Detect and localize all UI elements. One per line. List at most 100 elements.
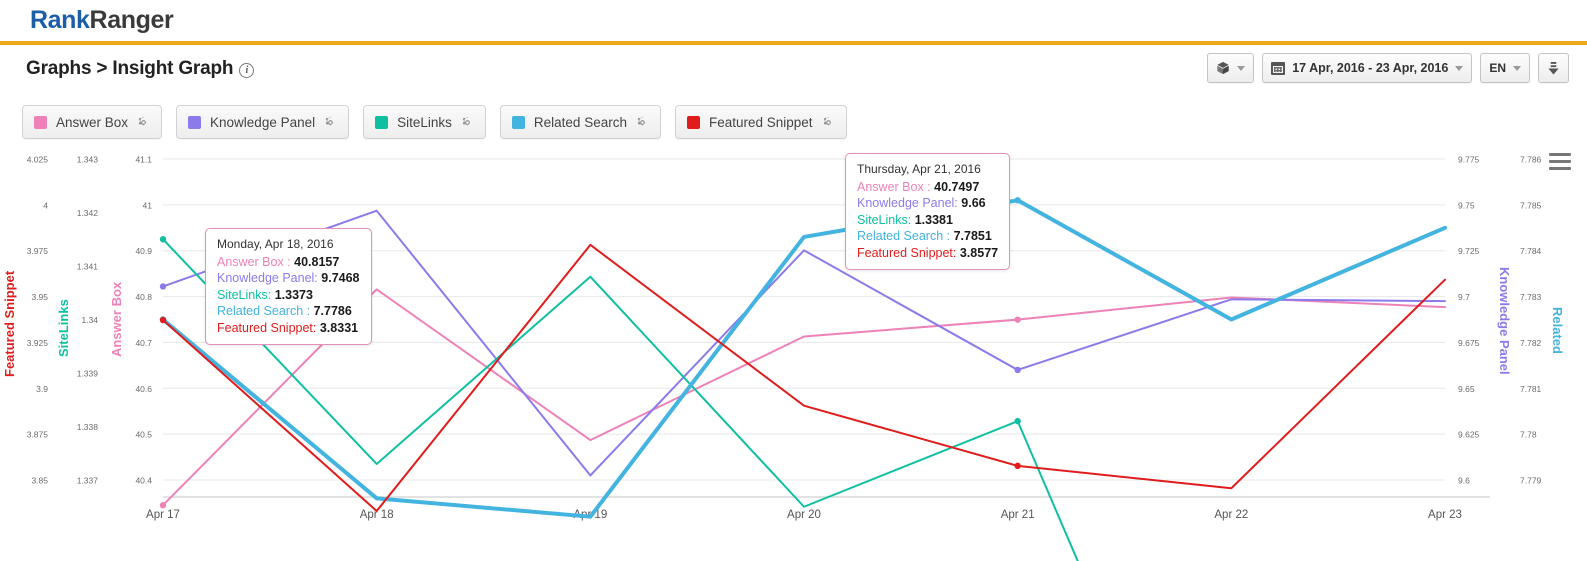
- brand-logo-rank: Rank: [30, 6, 90, 34]
- tooltip-date: Monday, Apr 18, 2016: [217, 236, 360, 253]
- legend-chip-featured-snippet[interactable]: Featured Snippet: [675, 105, 847, 139]
- legend-color-swatch: [188, 116, 201, 129]
- legend-chip-knowledge-panel[interactable]: Knowledge Panel: [176, 105, 349, 139]
- toolbar: 17 Apr, 2016 - 23 Apr, 2016 EN: [1207, 53, 1569, 83]
- axis-tick-label: 9.7: [1458, 292, 1470, 302]
- gear-icon: [324, 116, 337, 129]
- x-axis-tick-label: Apr 22: [1214, 509, 1248, 521]
- tooltip-date: Thursday, Apr 21, 2016: [857, 161, 998, 178]
- axis-tick-label: 3.925: [27, 338, 49, 348]
- brand-logo[interactable]: RankRanger: [30, 6, 173, 35]
- axis-tick-label: 1.34: [81, 315, 98, 325]
- tooltip-series-name: SiteLinks:: [217, 288, 271, 302]
- legend-chip-sitelinks[interactable]: SiteLinks: [363, 105, 486, 139]
- data-point-marker[interactable]: [1014, 463, 1020, 469]
- language-selector[interactable]: EN: [1480, 53, 1530, 83]
- axis-tick-label: 40.9: [135, 246, 152, 256]
- brand-logo-ranger: Ranger: [90, 6, 174, 34]
- tooltip-row: Related Search : 7.7786: [217, 303, 360, 320]
- legend-settings-button[interactable]: [822, 116, 835, 129]
- axis-title-answer-box: Answer Box: [109, 281, 124, 357]
- tooltip-row: Featured Snippet: 3.8331: [217, 320, 360, 337]
- axis-tick-label: 40.6: [135, 384, 152, 394]
- legend-settings-button[interactable]: [324, 116, 337, 129]
- data-point-marker[interactable]: [1014, 197, 1020, 203]
- package-selector-button[interactable]: [1207, 53, 1254, 83]
- info-icon[interactable]: i: [239, 63, 254, 78]
- data-point-marker[interactable]: [1014, 418, 1020, 424]
- data-point-marker[interactable]: [160, 317, 166, 323]
- tooltip-series-value: 40.8157: [294, 255, 339, 269]
- x-axis-tick-label: Apr 17: [146, 509, 180, 521]
- legend-settings-button[interactable]: [636, 116, 649, 129]
- axis-tick-label: 40.8: [135, 292, 152, 302]
- legend-label: SiteLinks: [397, 115, 452, 130]
- date-range-value: 17 Apr, 2016 - 23 Apr, 2016: [1292, 61, 1448, 75]
- axis-tick-label: 3.975: [27, 246, 49, 256]
- tooltip-series-name: Knowledge Panel:: [217, 271, 318, 285]
- legend-label: Featured Snippet: [709, 115, 813, 130]
- download-icon: [1547, 61, 1560, 76]
- axis-tick-label: 7.779: [1520, 476, 1542, 486]
- axis-tick-label: 9.65: [1458, 384, 1475, 394]
- date-range-picker[interactable]: 17 Apr, 2016 - 23 Apr, 2016: [1262, 53, 1472, 83]
- legend-chip-related-search[interactable]: Related Search: [500, 105, 661, 139]
- x-axis-tick-label: Apr 23: [1428, 509, 1462, 521]
- language-value: EN: [1489, 61, 1506, 75]
- chart-tooltip: Thursday, Apr 21, 2016Answer Box : 40.74…: [845, 153, 1010, 270]
- axis-tick-label: 1.341: [77, 262, 99, 272]
- axis-tick-label: 41: [143, 200, 153, 210]
- axis-tick-label: 41.1: [135, 155, 152, 165]
- axis-tick-label: 3.85: [31, 476, 48, 486]
- tooltip-series-value: 3.8577: [960, 246, 998, 260]
- tooltip-series-name: Featured Snippet:: [857, 246, 956, 260]
- chart-canvas: 4.02543.9753.953.9253.93.8753.851.3431.3…: [0, 145, 1587, 561]
- legend-settings-button[interactable]: [137, 116, 150, 129]
- axis-tick-label: 1.339: [77, 369, 99, 379]
- tooltip-row: SiteLinks: 1.3373: [217, 287, 360, 304]
- gear-icon: [137, 116, 150, 129]
- tooltip-row: Featured Snippet: 3.8577: [857, 245, 998, 262]
- axis-tick-label: 9.75: [1458, 200, 1475, 210]
- axis-tick-label: 9.775: [1458, 155, 1480, 165]
- legend-color-swatch: [687, 116, 700, 129]
- data-point-marker[interactable]: [160, 283, 166, 289]
- axis-tick-label: 3.9: [36, 384, 48, 394]
- axis-tick-label: 1.337: [77, 476, 99, 486]
- tooltip-series-value: 1.3381: [915, 213, 953, 227]
- data-point-marker[interactable]: [160, 236, 166, 242]
- axis-tick-label: 1.343: [77, 155, 99, 165]
- data-point-marker[interactable]: [1014, 367, 1020, 373]
- axis-title-related: Related: [1550, 307, 1565, 354]
- tooltip-series-name: Answer Box :: [857, 180, 931, 194]
- axis-tick-label: 9.675: [1458, 338, 1480, 348]
- axis-tick-label: 1.342: [77, 208, 99, 218]
- tooltip-series-name: Featured Snippet:: [217, 321, 316, 335]
- page-title: Graphs > Insight Graph: [26, 58, 233, 79]
- data-point-marker[interactable]: [160, 502, 166, 508]
- series-legend: Answer Box Knowledge Panel SiteLinks Rel…: [0, 93, 1587, 145]
- axis-tick-label: 40.7: [135, 338, 152, 348]
- axis-tick-label: 4.025: [27, 155, 49, 165]
- tooltip-row: Answer Box : 40.8157: [217, 254, 360, 271]
- axis-tick-label: 7.784: [1520, 246, 1542, 256]
- chart-menu-button[interactable]: [1549, 153, 1571, 174]
- tooltip-series-value: 9.7468: [321, 271, 359, 285]
- axis-tick-label: 40.5: [135, 430, 152, 440]
- chevron-down-icon: [1455, 66, 1463, 71]
- axis-tick-label: 7.78: [1520, 430, 1537, 440]
- tooltip-series-name: SiteLinks:: [857, 213, 911, 227]
- data-point-marker[interactable]: [1014, 316, 1020, 322]
- top-bar: RankRanger: [0, 0, 1587, 45]
- hamburger-bar: [1549, 153, 1571, 156]
- tooltip-row: Knowledge Panel: 9.7468: [217, 270, 360, 287]
- tooltip-series-value: 3.8331: [320, 321, 358, 335]
- hamburger-bar: [1549, 160, 1571, 163]
- cube-icon: [1216, 61, 1230, 75]
- tooltip-series-name: Related Search :: [217, 304, 310, 318]
- legend-label: Answer Box: [56, 115, 128, 130]
- x-axis-tick-label: Apr 20: [787, 509, 821, 521]
- download-button[interactable]: [1538, 53, 1569, 83]
- legend-settings-button[interactable]: [461, 116, 474, 129]
- legend-chip-answer-box[interactable]: Answer Box: [22, 105, 162, 139]
